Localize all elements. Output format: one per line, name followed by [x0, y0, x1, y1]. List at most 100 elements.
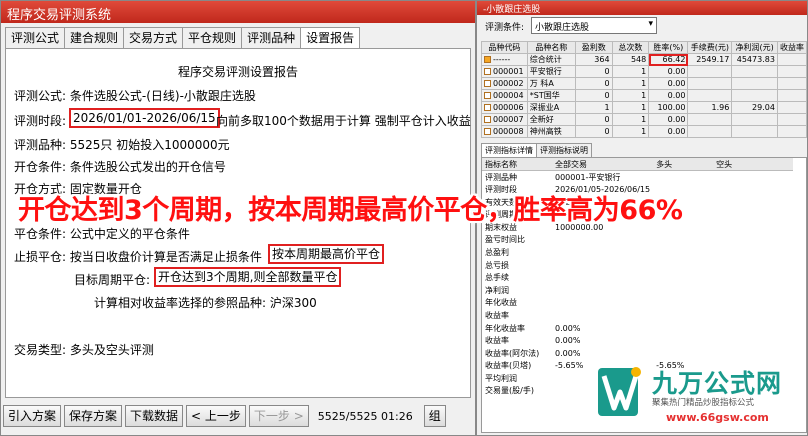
results-row[interactable]: 000008 神州高铁 0 1 0.00 [481, 125, 808, 138]
results-cell: 深振业A [526, 101, 576, 114]
detail-cell [713, 334, 793, 347]
col-profit[interactable]: 净利润(元) [731, 41, 778, 54]
tab-metric-help[interactable]: 评测指标说明 [536, 143, 592, 158]
summary-icon [484, 56, 491, 63]
detail-cell [552, 309, 653, 322]
open-condition-line: 开仓条件: 条件选股公式发出的开仓信号 [14, 160, 226, 174]
results-cell: 0 [574, 77, 613, 90]
results-cell: 000007 [481, 113, 528, 126]
detail-cell [713, 309, 793, 322]
folder-icon [484, 128, 491, 135]
detail-cell: 000001-平安银行 [555, 172, 621, 182]
results-cell: 0.00 [648, 89, 689, 102]
results-cell: 万 科A [526, 77, 576, 90]
detail-row: 收益率(阿尔法) 0.00% [482, 347, 793, 360]
results-cell: 综合统计 [526, 53, 576, 66]
detail-cell [713, 208, 793, 221]
detail-cell: 0.00% [555, 323, 581, 333]
results-cell [776, 65, 808, 78]
filter-select[interactable]: 小散跟庄选股 [531, 17, 657, 34]
col-total[interactable]: 总次数 [611, 41, 650, 54]
download-data-button[interactable]: 下载数据 [125, 405, 184, 427]
tab-build-rules[interactable]: 建合规则 [64, 27, 125, 49]
dcol-long: 多头 [653, 158, 714, 172]
results-row[interactable]: 000001 平安银行 0 1 0.00 [481, 65, 808, 78]
detail-cell [552, 259, 653, 272]
tab-formula[interactable]: 评测公式 [5, 27, 66, 49]
col-wins[interactable]: 盈利数 [574, 41, 613, 54]
results-cell: 0.00 [648, 125, 689, 138]
col-name[interactable]: 品种名称 [526, 41, 576, 54]
folder-icon [484, 68, 491, 75]
formula-value: 条件选股公式-(日线)-小散跟庄选股 [69, 89, 256, 103]
results-row[interactable]: 000006 深振业A 1 1 100.00 1.96 29.04 [481, 101, 808, 114]
results-row[interactable]: 000004 *ST国华 0 1 0.00 [481, 89, 808, 102]
tab-metric-detail[interactable]: 评测指标详情 [481, 143, 537, 158]
tab-close-rules[interactable]: 平仓规则 [182, 27, 243, 49]
results-row[interactable]: ------ 综合统计 364 548 66.42 2549.17 45473.83 [481, 53, 808, 66]
detail-cell: 0.00% [555, 336, 581, 346]
detail-cell: 0.00% [555, 348, 581, 358]
results-cell: 548 [611, 53, 650, 66]
detail-cell [713, 271, 793, 284]
prev-step-button[interactable]: < 上一步 [186, 405, 246, 427]
results-row[interactable]: 000007 全新好 0 1 0.00 [481, 113, 808, 126]
detail-cell: 总亏损 [485, 260, 509, 270]
results-cell [687, 65, 733, 78]
results-cell: 1 [574, 101, 613, 114]
import-plan-button[interactable]: 引入方案 [3, 405, 62, 427]
results-cell: 000001 [481, 65, 528, 78]
results-cell: 1 [611, 101, 650, 114]
col-return[interactable]: 收益率 [776, 41, 808, 54]
detail-cell [653, 322, 713, 335]
results-cell: 29.04 [731, 101, 778, 114]
results-cell [776, 77, 808, 90]
formula-label: 评测公式: [14, 89, 67, 103]
detail-cell [552, 297, 653, 310]
detail-cell [653, 171, 713, 184]
code-text: ------ [493, 55, 511, 64]
tab-trade-method[interactable]: 交易方式 [123, 27, 184, 49]
site-logo: 九万公式网 聚集热门精品炒股指标公式 www.66gsw.com [596, 362, 804, 428]
detail-cell [653, 246, 713, 259]
detail-cell: 总手续 [485, 273, 509, 283]
results-cell [687, 77, 733, 90]
save-plan-button[interactable]: 保存方案 [64, 405, 123, 427]
detail-cell [713, 196, 793, 209]
progress-text: 5525/5525 01:26 [317, 409, 413, 423]
detail-cell [653, 297, 713, 310]
col-fee[interactable]: 手续费(元) [687, 41, 733, 54]
results-cell: ------ [481, 53, 528, 66]
detail-tabs: 评测指标详情 评测指标说明 [481, 143, 592, 158]
col-winrate[interactable]: 胜率(%) [648, 41, 689, 54]
detail-cell [713, 234, 793, 247]
detail-cell: 总盈利 [485, 247, 509, 257]
period-tail: 向前多取100个数据用于计算 强制平仓计入收益 [216, 114, 471, 128]
period-value-highlight: 2026/01/01-2026/06/15 [69, 108, 220, 128]
results-table: 品种代码 品种名称 盈利数 总次数 胜率(%) 手续费(元) 净利润(元) 收益… [481, 41, 808, 138]
results-cell [731, 65, 778, 78]
results-cell: 1 [611, 65, 650, 78]
results-cell: 1 [611, 77, 650, 90]
results-cell [731, 125, 778, 138]
results-row[interactable]: 000002 万 科A 0 1 0.00 [481, 77, 808, 90]
tab-varieties[interactable]: 评测品种 [241, 27, 302, 49]
detail-row: 总亏损 [482, 259, 793, 272]
results-cell: 0 [574, 113, 613, 126]
window-title: 程序交易评测系统 [1, 1, 475, 23]
tab-settings-report[interactable]: 设置报告 [300, 27, 361, 49]
logo-mark-icon [598, 367, 641, 416]
results-cell: 0.00 [648, 77, 689, 90]
code-text: 000002 [493, 79, 524, 88]
extra-button[interactable]: 组 [423, 405, 446, 427]
results-cell: 全新好 [526, 113, 576, 126]
results-cell: 000008 [481, 125, 528, 138]
detail-header-row: 指标名称 全部交易 多头 空头 [482, 158, 794, 172]
report-title: 程序交易评测设置报告 [177, 65, 298, 79]
next-step-button[interactable]: 下一步 > [248, 405, 309, 427]
detail-cell [713, 183, 793, 196]
results-cell: *ST国华 [526, 89, 576, 102]
col-code[interactable]: 品种代码 [481, 41, 528, 54]
results-cell [776, 113, 808, 126]
code-text: 000001 [493, 67, 524, 76]
